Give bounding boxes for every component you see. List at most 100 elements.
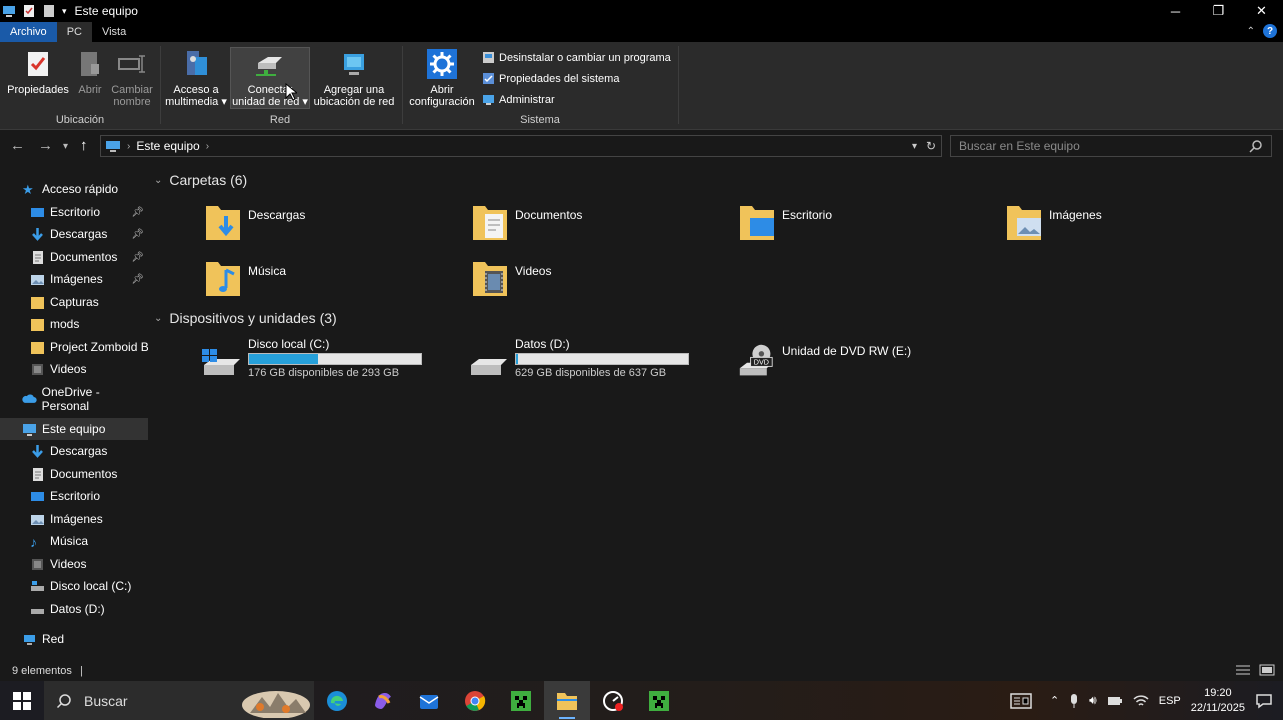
forward-arrow-icon[interactable]: → (38, 137, 53, 154)
sidebar-item-imagenes[interactable]: Imágenes 📌︎ (30, 268, 148, 290)
pin-icon[interactable]: 📌︎ (131, 207, 144, 218)
open-button[interactable]: Abrir (74, 48, 106, 96)
properties-button[interactable]: Propiedades (6, 48, 70, 96)
open-settings-button[interactable]: Abrir configuración (406, 48, 478, 108)
sidebar-item-disco-c[interactable]: Disco local (C:) (30, 575, 148, 597)
folder-imagenes[interactable]: Imágenes (1005, 202, 1255, 246)
new-folder-icon[interactable] (42, 4, 56, 18)
microphone-icon[interactable] (1069, 693, 1079, 709)
large-icons-view-icon[interactable] (1259, 664, 1275, 676)
sidebar-item-onedrive[interactable]: OneDrive - Personal (22, 385, 148, 413)
folders-group-header[interactable]: ⌄ Carpetas (6) (154, 172, 247, 188)
clock-time: 19:20 (1204, 686, 1232, 699)
sidebar-item-pc-imagenes[interactable]: Imágenes (30, 508, 148, 530)
address-bar[interactable]: › Este equipo › ▾ ↻ (100, 135, 942, 157)
sidebar-item-mods[interactable]: mods (30, 313, 148, 335)
breadcrumb-chevron-icon[interactable]: › (206, 141, 209, 152)
taskbar-outlook[interactable] (406, 681, 452, 720)
sidebar-item-descargas[interactable]: Descargas 📌︎ (30, 223, 148, 245)
back-arrow-icon[interactable]: ← (10, 137, 25, 154)
uninstall-program-button[interactable]: Desinstalar o cambiar un programa (482, 51, 671, 64)
media-access-button[interactable]: Acceso a multimedia ▾ (164, 48, 228, 108)
search-input[interactable]: Buscar en Este equipo (950, 135, 1272, 157)
breadcrumb-chevron-icon[interactable]: › (127, 141, 130, 152)
collapse-ribbon-chevron-icon[interactable]: ⌃ (1247, 26, 1255, 37)
taskbar-edge[interactable] (314, 681, 360, 720)
document-icon (33, 467, 43, 481)
manage-button[interactable]: Administrar (482, 93, 555, 106)
add-network-location-button[interactable]: Agregar una ubicación de red (312, 48, 396, 108)
taskbar-copilot[interactable] (360, 681, 406, 720)
sidebar-item-videos[interactable]: Videos (30, 358, 148, 380)
sidebar-item-documentos[interactable]: Documentos 📌︎ (30, 246, 148, 268)
rename-button[interactable]: Cambiar nombre (110, 48, 154, 108)
pin-icon[interactable]: 📌︎ (131, 252, 144, 263)
notifications-icon[interactable] (1255, 693, 1273, 709)
sidebar-item-pc-musica[interactable]: ♪ Música (30, 530, 148, 552)
sidebar-item-escritorio[interactable]: Escritorio 📌︎ (30, 201, 148, 223)
folder-documentos[interactable]: Documentos (471, 202, 721, 246)
sidebar-item-pc-videos[interactable]: Videos (30, 553, 148, 575)
wifi-icon[interactable] (1133, 694, 1149, 708)
properties-icon[interactable] (22, 4, 36, 18)
sidebar-item-pc-escritorio[interactable]: Escritorio (30, 485, 148, 507)
sidebar-item-capturas[interactable]: Capturas (30, 291, 148, 313)
address-history-chevron-icon[interactable]: ▾ (912, 141, 917, 152)
computer-icon[interactable] (2, 4, 16, 18)
taskbar-minecraft-2[interactable] (636, 681, 682, 720)
language-indicator[interactable]: ESP (1159, 695, 1181, 707)
sidebar-item-pc-descargas[interactable]: Descargas (30, 440, 148, 462)
sidebar-item-red[interactable]: Red (22, 628, 148, 650)
taskbar-speedtest[interactable] (590, 681, 636, 720)
recent-locations-chevron-icon[interactable]: ▾ (63, 141, 68, 152)
collapse-chevron-icon[interactable]: ⌄ (154, 313, 162, 324)
drive-dvd-e[interactable]: DVD Unidad de DVD RW (E:) (734, 337, 994, 387)
drive-d[interactable]: Datos (D:) 629 GB disponibles de 637 GB (467, 337, 727, 387)
taskbar-search-box[interactable]: Buscar (44, 681, 314, 720)
pin-icon[interactable]: 📌︎ (131, 274, 144, 285)
computer-icon (106, 141, 120, 152)
close-button[interactable]: ✕ (1240, 0, 1283, 22)
battery-icon[interactable] (1107, 695, 1123, 707)
sidebar-item-project-zomboid[interactable]: Project Zomboid Bu (30, 336, 148, 358)
videos-icon (32, 558, 43, 570)
folder-videos[interactable]: Videos (471, 258, 721, 302)
minimize-button[interactable]: ─ (1154, 0, 1197, 22)
folder-descargas[interactable]: Descargas (204, 202, 454, 246)
folder-musica[interactable]: Música (204, 258, 454, 302)
map-network-drive-button[interactable]: Conectar unidad de red ▾ (230, 47, 310, 109)
collapse-chevron-icon[interactable]: ⌄ (154, 175, 162, 186)
show-hidden-icons-chevron-icon[interactable]: ⌃ (1050, 694, 1059, 707)
devices-group-header[interactable]: ⌄ Dispositivos y unidades (3) (154, 310, 337, 326)
volume-icon[interactable]: 🔊︎ (1089, 693, 1097, 708)
clock[interactable]: 19:20 22/11/2025 (1191, 686, 1245, 716)
taskbar-file-explorer[interactable] (544, 681, 590, 720)
pin-icon[interactable]: 📌︎ (131, 229, 144, 240)
refresh-icon[interactable]: ↻ (926, 139, 936, 153)
sidebar-item-label: Project Zomboid Bu (50, 340, 148, 354)
customize-toolbar-chevron-icon[interactable]: ▾ (62, 6, 67, 17)
sidebar-item-acceso-rapido[interactable]: ★ Acceso rápido (22, 178, 170, 200)
sidebar-item-este-equipo[interactable]: Este equipo (0, 418, 148, 440)
breadcrumb-este-equipo[interactable]: Este equipo (136, 139, 199, 153)
rename-label-2: nombre (113, 96, 151, 108)
tab-archivo[interactable]: Archivo (0, 22, 57, 42)
help-icon[interactable]: ? (1263, 24, 1277, 38)
folder-escritorio[interactable]: Escritorio (738, 202, 988, 246)
start-button[interactable] (0, 681, 44, 720)
uninstall-program-label: Desinstalar o cambiar un programa (499, 51, 671, 64)
taskbar-chrome[interactable] (452, 681, 498, 720)
sidebar-item-pc-documentos[interactable]: Documentos (30, 463, 148, 485)
taskbar-minecraft[interactable] (498, 681, 544, 720)
sidebar-item-datos-d[interactable]: Datos (D:) (30, 598, 148, 620)
restore-button[interactable]: ❐ (1197, 0, 1240, 22)
navigation-pane: ★ Acceso rápido Escritorio 📌︎ Descargas … (0, 166, 148, 660)
system-properties-button[interactable]: Propiedades del sistema (482, 72, 619, 85)
news-widget-icon[interactable] (1010, 692, 1032, 709)
tab-pc[interactable]: PC (56, 22, 92, 42)
drive-c[interactable]: Disco local (C:) 176 GB disponibles de 2… (200, 337, 460, 387)
gauge-icon (603, 690, 623, 711)
details-view-icon[interactable] (1235, 664, 1251, 676)
up-arrow-icon[interactable]: ↑ (80, 137, 88, 154)
tab-vista[interactable]: Vista (92, 22, 136, 42)
